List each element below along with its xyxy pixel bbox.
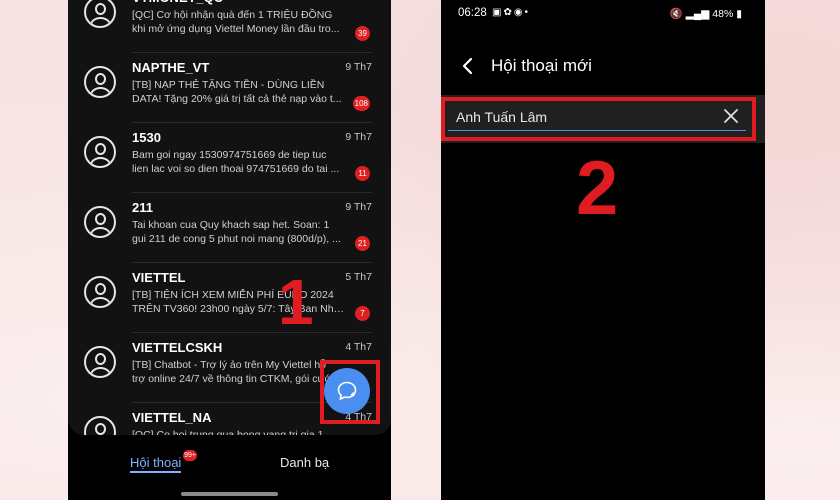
preview-line: Tai khoan cua Quy khach sap het. Soan: 1 — [132, 219, 330, 231]
signal-icon: ▂▄▆ — [685, 8, 710, 20]
step-2-label: 2 — [576, 146, 619, 231]
avatar-icon — [84, 206, 116, 238]
preview-line: Bam goi ngay 1530974751669 de tiep tuc — [132, 149, 327, 161]
step-1-label: 1 — [278, 266, 314, 338]
system-icons: 🔇 ▂▄▆ 48% ▮ — [670, 7, 742, 20]
preview-line: [QC] Cơ hội nhận quà đến 1 TRIỆU ĐỒNG — [132, 9, 333, 21]
message-date: 9 Th7 — [345, 131, 372, 143]
message-preview: Bam goi ngay 1530974751669 de tiep tuc l… — [132, 148, 347, 176]
unread-badge: 11 — [355, 166, 370, 181]
home-indicator — [181, 492, 278, 496]
preview-line: [QC] Co hoi trung qua bong vang tri gia … — [132, 429, 324, 435]
unread-badge: 39 — [355, 26, 370, 41]
battery-level: 48% — [712, 8, 734, 20]
message-preview: [TB] TIỆN ÍCH XEM MIỄN PHÍ EURO 2024 TRÊ… — [132, 288, 347, 316]
conversation-row[interactable]: NAPTHE_VT 9 Th7 [TB] NẠP THẺ TẶNG TIỀN -… — [68, 53, 391, 123]
avatar-icon — [84, 66, 116, 98]
sender-name: NAPTHE_VT — [132, 60, 210, 75]
unread-badge: 7 — [355, 306, 370, 321]
tab-conversations[interactable]: Hội thoại — [130, 455, 182, 473]
preview-line: [TB] Chatbot - Trợ lý ảo trên My Viettel… — [132, 359, 327, 371]
new-conversation-screen: 06:28 ▣✿◉• 🔇 ▂▄▆ 48% ▮ Hội thoại mới — [441, 0, 765, 500]
avatar-icon — [84, 416, 116, 435]
message-preview: [TB] NẠP THẺ TẶNG TIỀN - DÙNG LIỀN DATA!… — [132, 78, 347, 106]
preview-line: trợ online 24/7 về thông tin CTKM, gói c… — [132, 373, 346, 385]
conversation-row[interactable]: VTMONEY_QC 4 Th7 [QC] Cơ hội nhận quà đế… — [68, 0, 391, 53]
message-date: 4 Th7 — [345, 0, 372, 3]
recipient-input-highlight — [441, 97, 756, 141]
app-header: Hội thoại mới — [441, 44, 765, 88]
message-date: 9 Th7 — [345, 201, 372, 213]
sender-name: VIETTELCSKH — [132, 340, 223, 355]
notification-icons: ▣✿◉• — [492, 7, 531, 18]
preview-line: [TB] NẠP THẺ TẶNG TIỀN - DÙNG LIỀN — [132, 79, 325, 91]
message-preview: Tai khoan cua Quy khach sap het. Soan: 1… — [132, 218, 347, 246]
sender-name: VIETTEL — [132, 270, 186, 285]
sender-name: VIETTEL_NA — [132, 410, 212, 425]
message-date: 9 Th7 — [345, 61, 372, 73]
unread-count-badge: 99+ — [183, 450, 197, 461]
message-preview: [QC] Cơ hội nhận quà đến 1 TRIỆU ĐỒNG kh… — [132, 8, 347, 36]
status-time: 06:28 — [458, 7, 487, 19]
tab-contacts[interactable]: Danh bạ — [280, 455, 329, 470]
unread-badge: 21 — [355, 236, 370, 251]
sender-name: 211 — [132, 200, 153, 215]
status-bar: 06:28 ▣✿◉• 🔇 ▂▄▆ 48% ▮ — [441, 0, 765, 26]
bottom-navigation: Hội thoại 99+ Danh bạ — [68, 435, 391, 500]
conversation-row[interactable]: 1530 9 Th7 Bam goi ngay 1530974751669 de… — [68, 123, 391, 193]
preview-line: DATA! Tặng 20% giá trị tất cả thẻ nạp và… — [132, 93, 342, 105]
preview-line: TRÊN TV360! 23h00 ngày 5/7: Tây Ban Nha.… — [132, 303, 347, 315]
messages-list-screen: VTMONEY_QC 4 Th7 [QC] Cơ hội nhận quà đế… — [68, 0, 391, 500]
preview-line: [TB] TIỆN ÍCH XEM MIỄN PHÍ EURO 2024 — [132, 289, 334, 301]
unread-badge: 108 — [352, 96, 370, 111]
new-conversation-highlight — [320, 360, 380, 424]
message-preview: [TB] Chatbot - Trợ lý ảo trên My Viettel… — [132, 358, 347, 386]
message-preview: [QC] Co hoi trung qua bong vang tri gia … — [132, 428, 347, 435]
sender-name: VTMONEY_QC — [132, 0, 223, 5]
avatar-icon — [84, 0, 116, 28]
avatar-icon — [84, 136, 116, 168]
battery-icon: ▮ — [736, 8, 742, 20]
chevron-left-icon — [462, 57, 473, 75]
mute-icon: 🔇 — [669, 8, 683, 20]
preview-line: gui 211 de cong 5 phut noi mang (800d/p)… — [132, 233, 341, 245]
message-date: 4 Th7 — [345, 341, 372, 353]
page-title: Hội thoại mới — [491, 56, 592, 75]
avatar-icon — [84, 276, 116, 308]
avatar-icon — [84, 346, 116, 378]
conversation-row[interactable]: VIETTEL 5 Th7 [TB] TIỆN ÍCH XEM MIỄN PHÍ… — [68, 263, 391, 333]
conversation-row[interactable]: 211 9 Th7 Tai khoan cua Quy khach sap he… — [68, 193, 391, 263]
preview-line: lien lac voi so dien thoai 974751669 do … — [132, 163, 340, 175]
back-button[interactable] — [455, 52, 481, 80]
sender-name: 1530 — [132, 130, 161, 145]
preview-line: khi mở ứng dụng Viettel Money lần đầu tr… — [132, 23, 340, 35]
message-date: 5 Th7 — [345, 271, 372, 283]
